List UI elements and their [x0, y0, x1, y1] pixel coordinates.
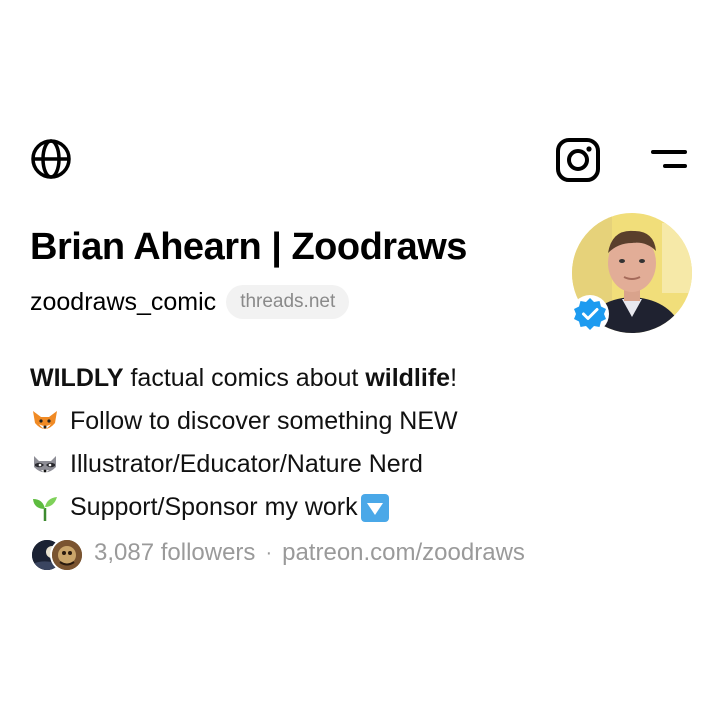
profile-link[interactable]: patreon.com/zoodraws: [282, 539, 525, 567]
followers-count[interactable]: 3,087 followers: [94, 539, 255, 567]
down-arrow-button-emoji-icon: [360, 493, 390, 523]
bio-text: !: [450, 364, 458, 392]
threads-net-chip[interactable]: threads.net: [226, 285, 350, 319]
follower-avatars[interactable]: [30, 535, 86, 572]
fox-emoji-icon: [30, 407, 60, 437]
bio-line-4: Support/Sponsor my work: [30, 486, 458, 529]
instagram-icon[interactable]: [553, 135, 603, 185]
bio-text: Support/Sponsor my work: [70, 493, 358, 521]
globe-icon[interactable]: [27, 135, 75, 183]
bio-line-3: Illustrator/Educator/Nature Nerd: [30, 443, 458, 486]
bio-line-1: WILDLY factual comics about wildlife!: [30, 357, 458, 400]
profile-handle: zoodraws_comic: [30, 287, 217, 316]
menu-icon[interactable]: [645, 138, 693, 180]
verified-badge-icon: [570, 294, 610, 334]
seedling-emoji-icon: [30, 493, 60, 523]
followers-row: 3,087 followers · patreon.com/zoodraws: [30, 535, 525, 572]
bio-bold-wildlife: wildlife: [365, 364, 451, 392]
raccoon-emoji-icon: [30, 450, 60, 480]
bio-line-2: Follow to discover something NEW: [30, 400, 458, 443]
bio-text: Illustrator/Educator/Nature Nerd: [70, 450, 423, 478]
bio-bold-wildly: WILDLY: [30, 364, 124, 392]
separator-dot: ·: [265, 541, 273, 564]
profile-bio: WILDLY factual comics about wildlife! Fo…: [30, 357, 458, 529]
threads-profile-page: Brian Ahearn | Zoodraws zoodraws_comic t…: [0, 0, 720, 720]
bio-text: factual comics about: [123, 364, 366, 392]
profile-display-name: Brian Ahearn | Zoodraws: [30, 226, 467, 268]
follower-avatar: [50, 538, 84, 572]
bio-text: Follow to discover something NEW: [70, 407, 458, 435]
handle-row: zoodraws_comic threads.net: [30, 285, 350, 319]
